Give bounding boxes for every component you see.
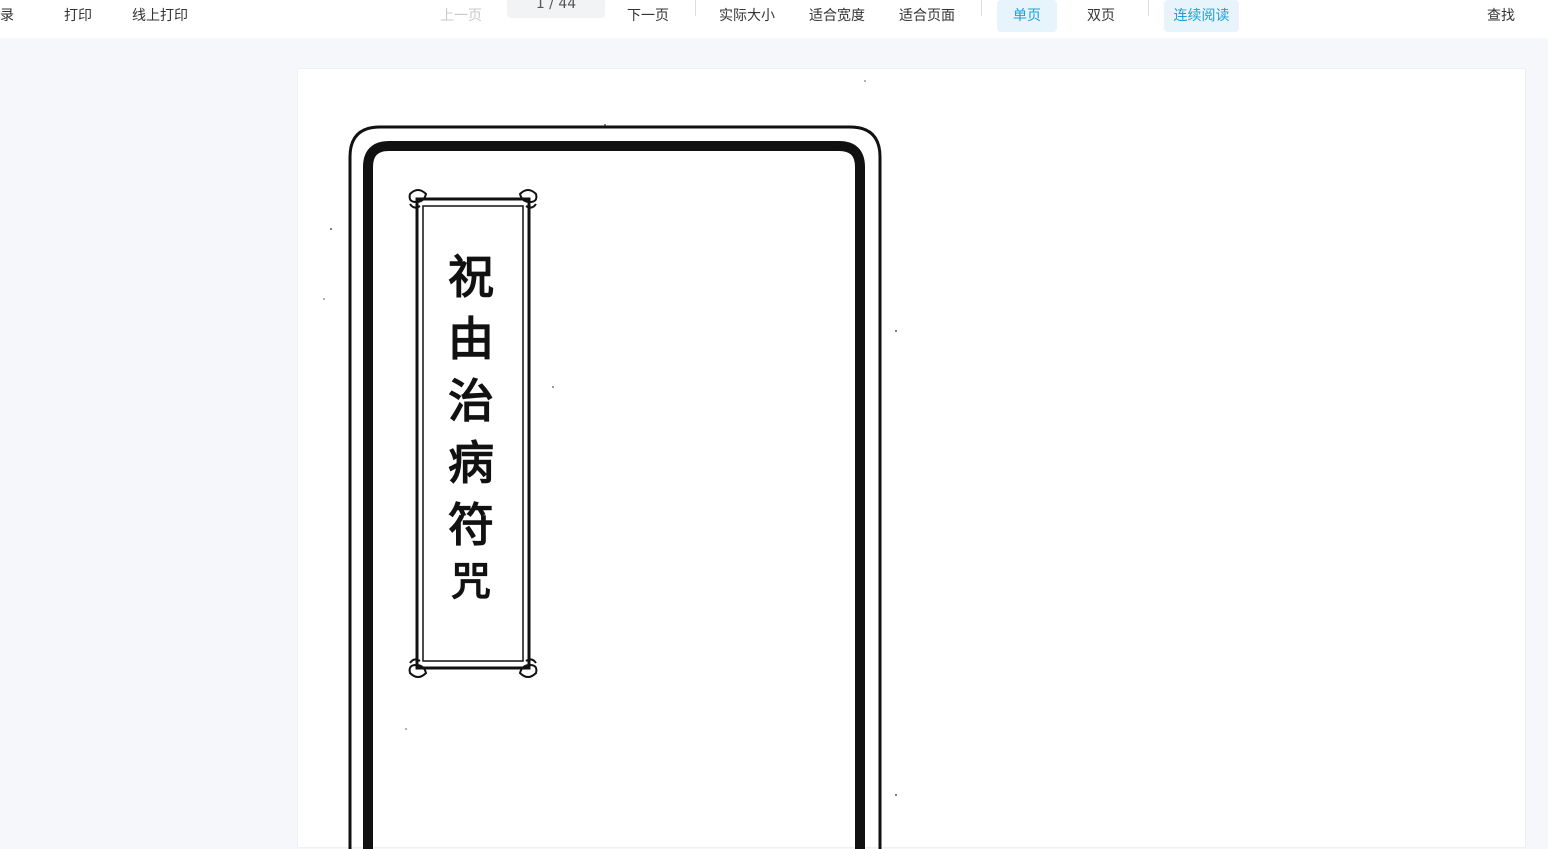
fit-width-button[interactable]: 适合宽度 [809,0,865,32]
double-page-button[interactable]: 双页 [1087,0,1115,32]
title-char: 咒 [451,558,491,605]
actual-size-button[interactable]: 实际大小 [719,0,775,32]
online-print-button[interactable]: 线上打印 [132,0,188,32]
find-button[interactable]: 查找 [1487,0,1515,32]
title-char: 病 [448,436,494,490]
fit-page-button[interactable]: 适合页面 [899,0,955,32]
title-char: 符 [448,498,494,552]
document-page: 祝 由 治 病 符 咒 [297,68,1526,849]
print-button[interactable]: 打印 [64,0,92,32]
toc-button[interactable]: 目录 [0,0,14,32]
title-char: 祝 [448,250,494,304]
next-page-button[interactable]: 下一页 [627,0,669,32]
single-page-button[interactable]: 单页 [997,0,1057,32]
prev-page-button[interactable]: 上一页 [440,0,482,32]
toolbar-divider [1148,0,1149,16]
continuous-reading-button[interactable]: 连续阅读 [1164,0,1239,32]
toolbar-divider [981,0,982,16]
toolbar-divider [695,0,696,16]
document-title-vertical: 祝 由 治 病 符 咒 [433,246,509,608]
page-number-input[interactable]: 1 / 44 [507,0,605,18]
title-char: 由 [448,312,494,366]
viewer-toolbar: 目录 打印 线上打印 上一页 1 / 44 下一页 实际大小 适合宽度 适合页面… [0,0,1548,38]
title-char: 治 [448,374,494,428]
